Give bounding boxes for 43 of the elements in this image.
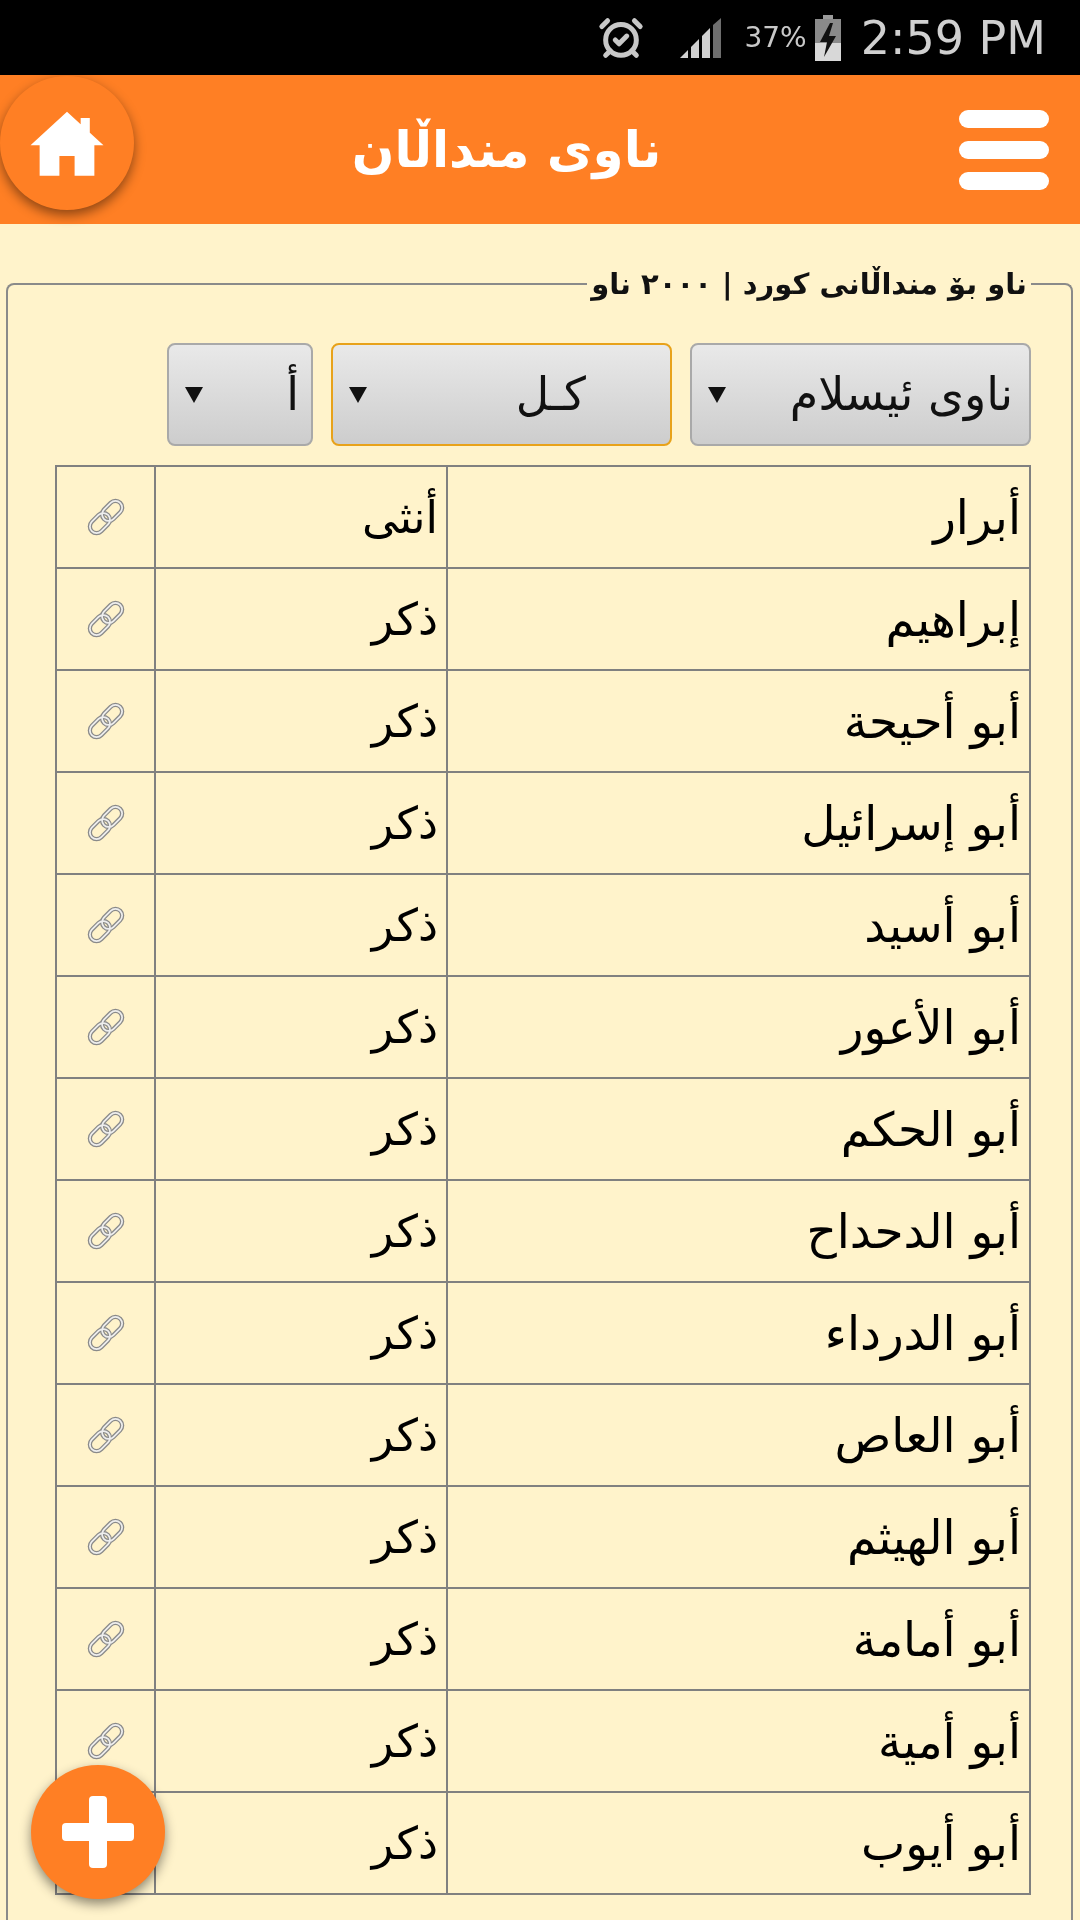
table-cell: أبو أمامة — [447, 1588, 1030, 1690]
table-cell: أبو الدحداح — [447, 1180, 1030, 1282]
table-cell: ذكر — [155, 874, 447, 976]
table-cell: أنثى — [155, 466, 447, 568]
house-icon — [29, 110, 105, 176]
table-cell: ذكر — [155, 568, 447, 670]
table-cell: ذكر — [155, 1078, 447, 1180]
table-cell: أبرار — [447, 466, 1030, 568]
table-cell: أبو إسرائيل — [447, 772, 1030, 874]
table-cell: أبو الهيثم — [447, 1486, 1030, 1588]
battery-percent: 37% — [744, 23, 807, 52]
home-button[interactable] — [0, 76, 134, 210]
battery-charging-icon — [814, 14, 841, 61]
table-cell: أبو أيوب — [447, 1792, 1030, 1894]
filter-dropdown[interactable]: ناوی ئیسلام — [690, 343, 1031, 446]
table-cell: ذكر — [155, 976, 447, 1078]
filter-dropdown[interactable]: كـل — [331, 343, 672, 446]
menu-icon[interactable] — [959, 109, 1049, 190]
table-cell: أبو العاص — [447, 1384, 1030, 1486]
table-cell: إبراهيم — [447, 568, 1030, 670]
add-button[interactable] — [31, 1765, 165, 1899]
table-cell: ذكر — [155, 1588, 447, 1690]
table-cell: أبو الحكم — [447, 1078, 1030, 1180]
table-cell: ذكر — [155, 1180, 447, 1282]
clock-time: 2:59 PM — [860, 14, 1046, 61]
table-cell: أبو الدرداء — [447, 1282, 1030, 1384]
caret-icon — [349, 386, 367, 403]
table-cell: ذكر — [155, 1384, 447, 1486]
table-cell: ذكر — [155, 1486, 447, 1588]
table-cell: أبو أسيد — [447, 874, 1030, 976]
table-cell: ذكر — [155, 1282, 447, 1384]
panel-legend: ناو بۆ منداڵانی کورد | ٢٠٠٠ ناو — [587, 267, 1031, 301]
table-cell: أبو أمية — [447, 1690, 1030, 1792]
filter-dropdown[interactable]: أ — [167, 343, 313, 446]
table-cell: ذكر — [155, 1690, 447, 1792]
caret-icon — [185, 386, 203, 403]
caret-icon — [708, 386, 726, 403]
table-cell: ذكر — [155, 772, 447, 874]
table-cell: أبو الأعور — [447, 976, 1030, 1078]
plus-icon — [62, 1796, 134, 1868]
table-cell: أبو أحيحة — [447, 670, 1030, 772]
app-title: ناوی منداڵان — [351, 117, 662, 182]
table-cell: ذكر — [155, 670, 447, 772]
